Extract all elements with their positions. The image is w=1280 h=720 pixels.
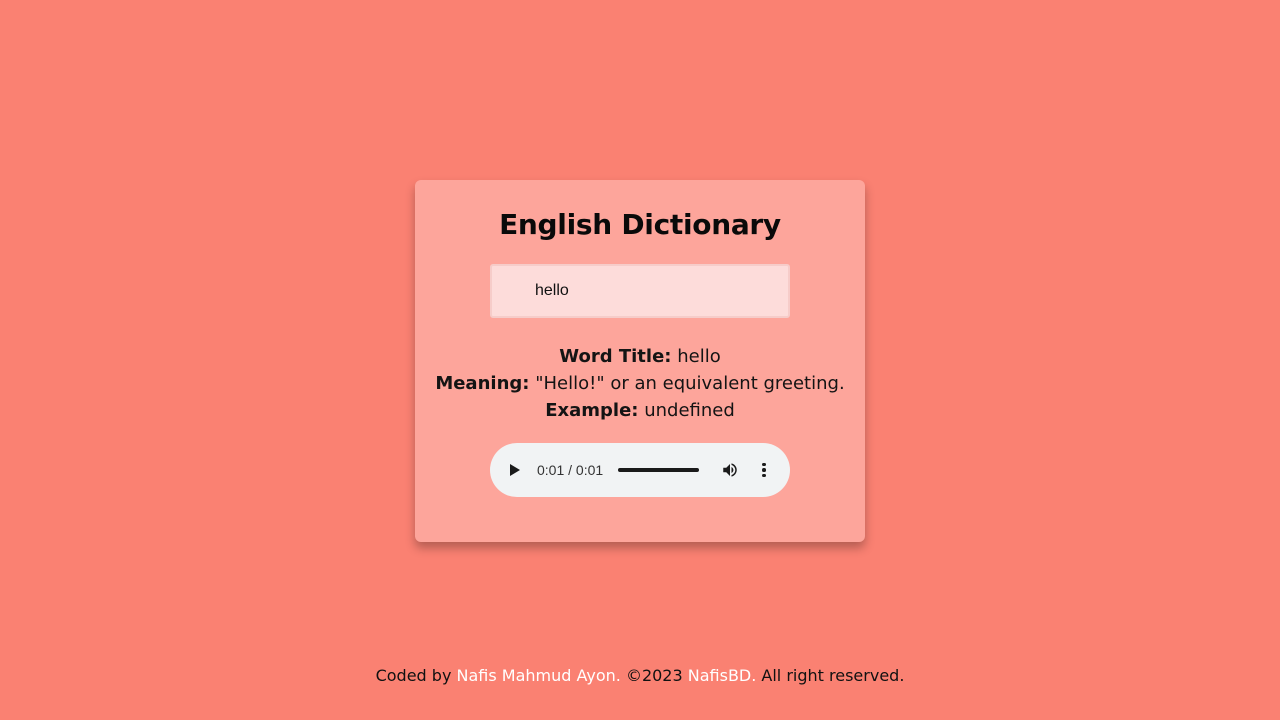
footer: Coded by Nafis Mahmud Ayon. ©2023 NafisB… [0, 666, 1280, 685]
example-value: undefined [644, 400, 735, 421]
search-input[interactable] [490, 264, 790, 318]
meaning-row: Meaning: "Hello!" or an equivalent greet… [415, 370, 865, 397]
example-label: Example: [545, 400, 639, 421]
meaning-label: Meaning: [435, 373, 530, 394]
app-title: English Dictionary [499, 208, 781, 241]
footer-suffix: All right reserved. [756, 666, 905, 685]
audio-player: 0:01 / 0:01 [490, 443, 790, 497]
play-icon[interactable] [510, 464, 520, 476]
dictionary-card: English Dictionary Word Title: hello Mea… [415, 180, 865, 542]
audio-time: 0:01 / 0:01 [537, 462, 604, 478]
footer-copyright: ©2023 [620, 666, 688, 685]
volume-icon[interactable] [721, 461, 739, 479]
word-title-label: Word Title: [559, 346, 672, 367]
word-title-row: Word Title: hello [415, 343, 865, 370]
word-title-value: hello [677, 346, 721, 367]
audio-progress-bar[interactable] [618, 468, 700, 472]
more-dot [762, 468, 766, 472]
footer-prefix: Coded by [375, 666, 457, 685]
more-options-icon[interactable] [761, 460, 767, 480]
more-dot [762, 473, 766, 478]
more-dot [762, 462, 766, 467]
brand-link[interactable]: NafisBD. [688, 666, 757, 685]
example-row: Example: undefined [415, 397, 865, 424]
author-link[interactable]: Nafis Mahmud Ayon. [457, 666, 621, 685]
meaning-value: "Hello!" or an equivalent greeting. [535, 373, 845, 394]
word-info: Word Title: hello Meaning: "Hello!" or a… [415, 343, 865, 424]
